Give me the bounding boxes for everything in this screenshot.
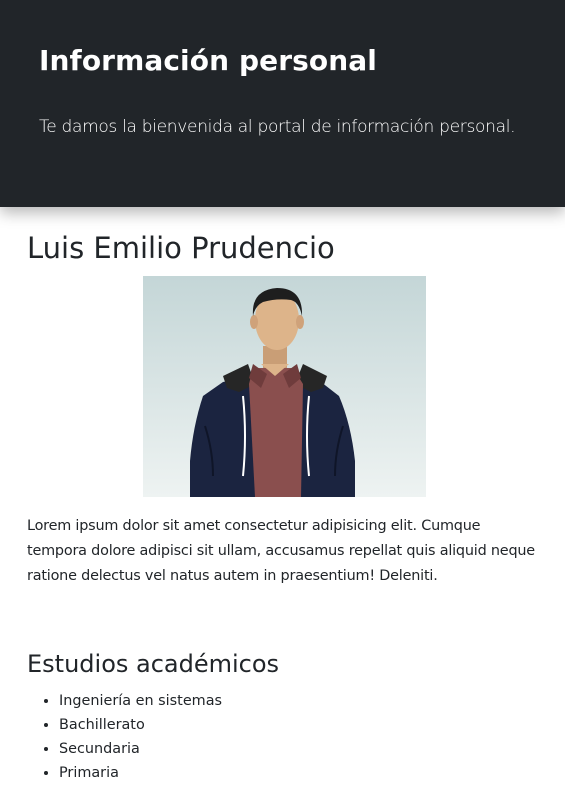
list-item: Primaria: [59, 761, 222, 785]
list-item: Secundaria: [59, 737, 222, 761]
person-portrait-illustration: [143, 276, 426, 497]
section-heading-studies: Estudios académicos: [27, 650, 280, 678]
bio-paragraph: Lorem ipsum dolor sit amet consectetur a…: [27, 518, 535, 584]
page-title: Información personal: [39, 44, 377, 77]
profile-photo: [143, 276, 426, 497]
page-header: Información personal Te damos la bienven…: [0, 0, 565, 207]
person-name: Luis Emilio Prudencio: [27, 231, 335, 265]
list-item: Bachillerato: [59, 713, 222, 737]
studies-list: Ingeniería en sistemas Bachillerato Secu…: [27, 689, 222, 785]
welcome-text: Te damos la bienvenida al portal de info…: [39, 117, 516, 137]
list-item: Ingeniería en sistemas: [59, 689, 222, 713]
